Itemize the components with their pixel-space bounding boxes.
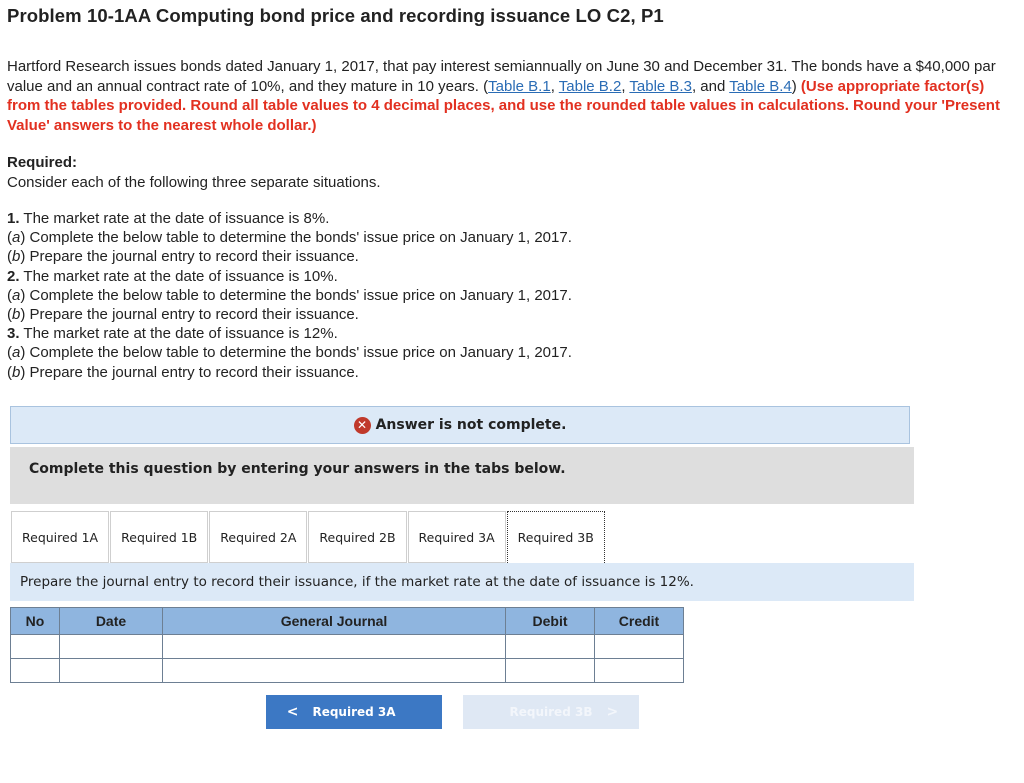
general-journal-cell[interactable] [162,634,506,659]
situation-text: The market rate at the date of issuance … [19,210,330,227]
date-cell[interactable] [59,634,163,659]
situation-part: (a) Complete the below table to determin… [7,286,572,304]
journal-header-row: No Date General Journal Debit Credit [10,607,684,635]
part-text: Complete the below table to determine th… [25,229,572,247]
part-label: b [12,248,21,266]
problem-title: Problem 10-1AA Computing bond price and … [7,5,664,26]
table-b1-link[interactable]: Table B.1 [488,78,551,95]
column-header-general-journal: General Journal [162,607,506,635]
credit-cell[interactable] [594,658,684,683]
part-label: b [12,363,21,381]
column-header-debit: Debit [505,607,595,635]
required-section: Required: Consider each of the following… [7,153,381,192]
part-label: a [12,344,21,362]
tab-required-3a[interactable]: Required 3A [407,511,506,563]
debit-cell[interactable] [505,634,595,659]
tab-required-2b[interactable]: Required 2B [308,511,407,563]
situation-part: (b) Prepare the journal entry to record … [7,306,359,324]
answer-status-text: Answer is not complete. [375,417,567,433]
column-header-date: Date [59,607,163,635]
tab-required-3b[interactable]: Required 3B [506,511,605,563]
credit-cell[interactable] [594,634,684,659]
previous-tab-label: Required 3A [312,705,396,719]
table-row [10,634,684,659]
part-label: a [12,286,21,304]
next-tab-button: < Required 3B > [463,695,639,729]
date-cell[interactable] [59,658,163,683]
problem-intro: Hartford Research issues bonds dated Jan… [7,57,1012,135]
required-heading: Required: [7,154,78,171]
table-b2-link[interactable]: Table B.2 [559,78,622,95]
answer-status-banner: ✕ Answer is not complete. [10,406,910,444]
intro-separator: , and [691,77,730,95]
table-row [10,658,684,683]
column-header-credit: Credit [594,607,684,635]
tab-required-2a[interactable]: Required 2A [209,511,308,563]
no-cell[interactable] [10,658,60,683]
tab-required-1a[interactable]: Required 1A [11,511,110,563]
part-text: Prepare the journal entry to record thei… [25,363,359,381]
column-header-no: No [10,607,60,635]
next-tab-label: Required 3B [509,705,593,719]
no-cell[interactable] [10,634,60,659]
situation-part: (a) Complete the below table to determin… [7,229,572,247]
required-text: Consider each of the following three sep… [7,173,381,191]
part-text: Complete the below table to determine th… [25,344,572,362]
situation-number: 3. [7,325,20,343]
situation-part: (b) Prepare the journal entry to record … [7,363,359,381]
tab-required-1b[interactable]: Required 1B [110,511,209,563]
tab-bar: Required 1A Required 1B Required 2A Requ… [11,511,606,563]
chevron-left-icon: < [286,704,299,720]
situation-number: 2. [7,267,20,285]
situation-item: 3. The market rate at the date of issuan… [7,324,572,343]
situation-part: (b) Prepare the journal entry to record … [7,248,359,266]
situation-number: 1. [7,210,20,227]
part-text: Prepare the journal entry to record thei… [25,306,359,324]
situation-list: 1. The market rate at the date of issuan… [7,209,572,382]
situation-text: The market rate at the date of issuance … [19,325,338,343]
situation-item: 1. The market rate at the date of issuan… [7,209,572,228]
table-b4-link[interactable]: Table B.4 [729,78,792,95]
part-label: a [12,229,21,247]
journal-table: No Date General Journal Debit Credit [10,607,684,683]
complete-prompt: Complete this question by entering your … [10,447,914,504]
debit-cell[interactable] [505,658,595,683]
general-journal-cell[interactable] [162,658,506,683]
situation-item: 2. The market rate at the date of issuan… [7,267,572,286]
intro-separator: , [550,77,559,95]
part-text: Prepare the journal entry to record thei… [25,248,359,266]
part-text: Complete the below table to determine th… [25,286,572,304]
close-icon: ✕ [353,416,371,434]
intro-close: ) [791,77,801,95]
chevron-right-icon: > [606,704,619,720]
table-b3-link[interactable]: Table B.3 [629,78,692,95]
previous-tab-button[interactable]: < Required 3A > [266,695,442,729]
situation-part: (a) Complete the below table to determin… [7,344,572,362]
part-label: b [12,306,21,324]
situation-text: The market rate at the date of issuance … [19,267,338,285]
tab-instruction: Prepare the journal entry to record thei… [10,563,914,601]
